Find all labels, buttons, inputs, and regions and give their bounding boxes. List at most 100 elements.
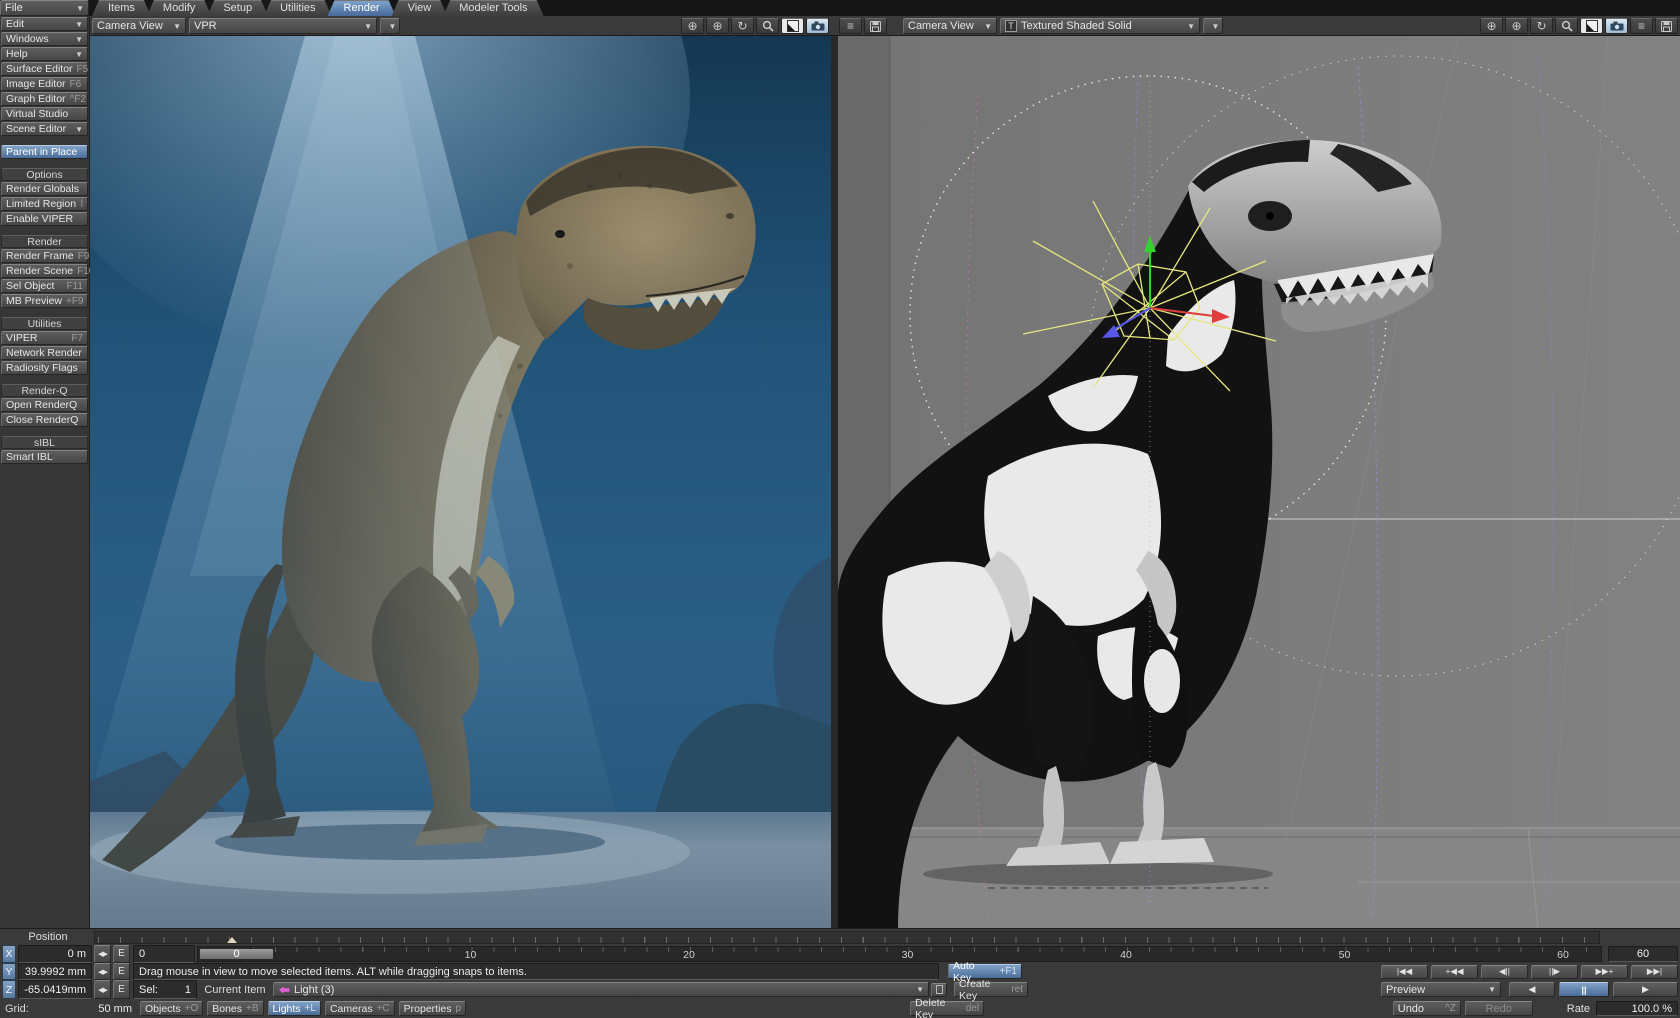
left-viewport-options-dropdown[interactable]: ▼ [380, 18, 400, 34]
sidebar-tool-button[interactable]: Limited Region l [1, 197, 88, 211]
sidebar-tool-button[interactable]: MB Preview +F9 [1, 294, 88, 308]
sidebar-tool-button[interactable]: Render Scene F10 [1, 264, 88, 278]
move-view-icon[interactable]: ⊕ [1480, 18, 1503, 34]
sidebar-menu-button[interactable]: Edit ▼ [1, 17, 88, 31]
right-shading-dropdown[interactable]: T Textured Shaded Solid ▼ [1000, 18, 1200, 34]
left-shading-dropdown[interactable]: VPR ▼ [189, 18, 377, 34]
sidebar-tool-button[interactable]: Open RenderQ [1, 398, 88, 412]
create-key-button[interactable]: Create Key ret [954, 982, 1028, 997]
item-type-button[interactable]: Lights +L [268, 1001, 321, 1016]
main-tab[interactable]: Modeler Tools [443, 0, 543, 16]
chevron-down-icon: ▼ [1182, 22, 1195, 31]
transport-button[interactable]: |◀◀ [1381, 965, 1428, 979]
sidebar-tool-button[interactable]: Graph Editor ^F2 [1, 92, 88, 106]
timeline-handle[interactable]: 0 [199, 948, 274, 960]
item-picker-button[interactable] [931, 983, 947, 997]
current-item-row: Z -65.0419mm ◀▶ E Sel: 1 Current Item Li… [0, 980, 1680, 999]
position-y-field[interactable]: 39.9992 mm [18, 963, 92, 981]
frame-marker-icon[interactable] [227, 937, 237, 943]
delete-key-button[interactable]: Delete Key del [910, 1001, 984, 1016]
main-tab[interactable]: Modify [147, 0, 211, 16]
sidebar-tool-button[interactable]: VIPER F7 [1, 331, 88, 345]
nudge-x-button[interactable]: ◀▶ [94, 945, 111, 963]
camera-view-icon[interactable] [1605, 18, 1628, 34]
end-frame-field[interactable]: 60 [1608, 946, 1678, 962]
right-viewport-opengl[interactable] [838, 36, 1680, 928]
position-z-field[interactable]: -65.0419mm [18, 980, 92, 999]
envelope-y-button[interactable]: E [113, 963, 130, 981]
position-panel-title: Position [2, 931, 94, 943]
right-viewport-options-dropdown[interactable]: ▼ [1203, 18, 1223, 34]
section-header: Render [1, 235, 88, 248]
sidebar-tool-button[interactable]: Virtual Studio [1, 107, 88, 121]
transport-button[interactable]: ◀|| [1481, 965, 1528, 979]
transport-button[interactable]: ▶▶+ [1581, 965, 1628, 979]
nudge-z-button[interactable]: ◀▶ [94, 980, 111, 999]
file-menu-button[interactable]: File ▼ [0, 0, 89, 16]
main-tab[interactable]: Utilities [264, 0, 331, 16]
sidebar-tool-button[interactable]: Image Editor F6 [1, 77, 88, 91]
redo-button[interactable]: Redo [1465, 1001, 1533, 1016]
parent-in-place-button[interactable]: Parent in Place [1, 145, 88, 159]
maximize-viewport-icon[interactable] [1580, 18, 1603, 34]
item-type-button[interactable]: Objects +O [140, 1001, 203, 1016]
right-view-type-dropdown[interactable]: Camera View ▼ [903, 18, 997, 34]
pause-button[interactable]: || [1559, 982, 1609, 997]
sidebar-tool-button[interactable]: Enable VIPER [1, 212, 88, 226]
status-message: Drag mouse in view to move selected item… [133, 963, 939, 981]
nudge-y-button[interactable]: ◀▶ [94, 963, 111, 981]
play-forward-button[interactable]: ▶ [1613, 982, 1678, 997]
sidebar-tool-button[interactable]: Network Render [1, 346, 88, 360]
save-view-icon[interactable] [864, 18, 887, 34]
zoom-view-icon[interactable] [756, 18, 779, 34]
rotate-view-icon[interactable]: ↻ [731, 18, 754, 34]
save-view-icon[interactable] [1655, 18, 1678, 34]
item-type-button[interactable]: Cameras +C [325, 1001, 395, 1016]
left-viewport-vpr-render[interactable] [90, 36, 831, 928]
sidebar-tool-button[interactable]: Sel Object F11 [1, 279, 88, 293]
current-item-dropdown[interactable]: Light (3) ▼ [273, 982, 929, 997]
zoom-view-icon[interactable] [1555, 18, 1578, 34]
preview-dropdown[interactable]: Preview ▼ [1381, 982, 1501, 997]
main-tab[interactable]: Setup [207, 0, 268, 16]
timeline-track[interactable]: 0 102030405060 [197, 946, 1602, 962]
item-type-button[interactable]: Properties p [399, 1001, 466, 1016]
sidebar-tool-button[interactable]: Render Frame F9 [1, 249, 88, 263]
pan-view-icon[interactable]: ⊕ [706, 18, 729, 34]
rate-field[interactable]: 100.0 % [1596, 1001, 1678, 1016]
current-frame-field[interactable]: 0 [133, 945, 195, 963]
envelope-z-button[interactable]: E [113, 980, 130, 999]
sidebar-tool-button[interactable]: Close RenderQ [1, 413, 88, 427]
left-view-type-dropdown[interactable]: Camera View ▼ [92, 18, 186, 34]
move-view-icon[interactable]: ⊕ [681, 18, 704, 34]
item-type-button[interactable]: Bones +B [207, 1001, 263, 1016]
play-backward-button[interactable]: ◀ [1509, 982, 1555, 997]
sidebar-tool-button[interactable]: Radiosity Flags [1, 361, 88, 375]
transport-button[interactable]: ||▶ [1531, 965, 1578, 979]
position-x-field[interactable]: 0 m [18, 945, 92, 963]
rotate-view-icon[interactable]: ↻ [1530, 18, 1553, 34]
viewport-divider[interactable] [831, 36, 838, 928]
pan-view-icon[interactable]: ⊕ [1505, 18, 1528, 34]
maximize-viewport-icon[interactable] [781, 18, 804, 34]
viewport-list-icon[interactable]: ≡ [1630, 18, 1653, 34]
transport-button[interactable]: ▶▶| [1631, 965, 1678, 979]
viewport-header-bar: Camera View ▼ VPR ▼ ▼ ⊕ ⊕ ↻ [90, 16, 1680, 36]
sidebar-tool-button[interactable]: Smart IBL [1, 450, 88, 464]
sidebar-menu-button[interactable]: Help ▼ [1, 47, 88, 61]
sidebar-tool-button[interactable]: Render Globals [1, 182, 88, 196]
preview-range-ruler[interactable] [94, 931, 1600, 944]
undo-button[interactable]: Undo ^Z [1393, 1001, 1461, 1016]
grid-label: Grid: [2, 1003, 38, 1015]
sidebar-tool-button[interactable]: Surface Editor F5 [1, 62, 88, 76]
sidebar-tool-button[interactable]: Scene Editor ▼ [1, 122, 88, 136]
main-tab[interactable]: View [392, 0, 448, 16]
main-tab[interactable]: Render [328, 0, 396, 16]
main-tab[interactable]: Items [92, 0, 151, 16]
envelope-x-button[interactable]: E [113, 945, 130, 963]
camera-view-icon[interactable] [806, 18, 829, 34]
sidebar-menu-button[interactable]: Windows ▼ [1, 32, 88, 46]
transport-button[interactable]: +◀◀ [1431, 965, 1478, 979]
viewport-list-icon[interactable]: ≡ [839, 18, 862, 34]
auto-key-button[interactable]: Auto Key +F1 [948, 964, 1022, 979]
